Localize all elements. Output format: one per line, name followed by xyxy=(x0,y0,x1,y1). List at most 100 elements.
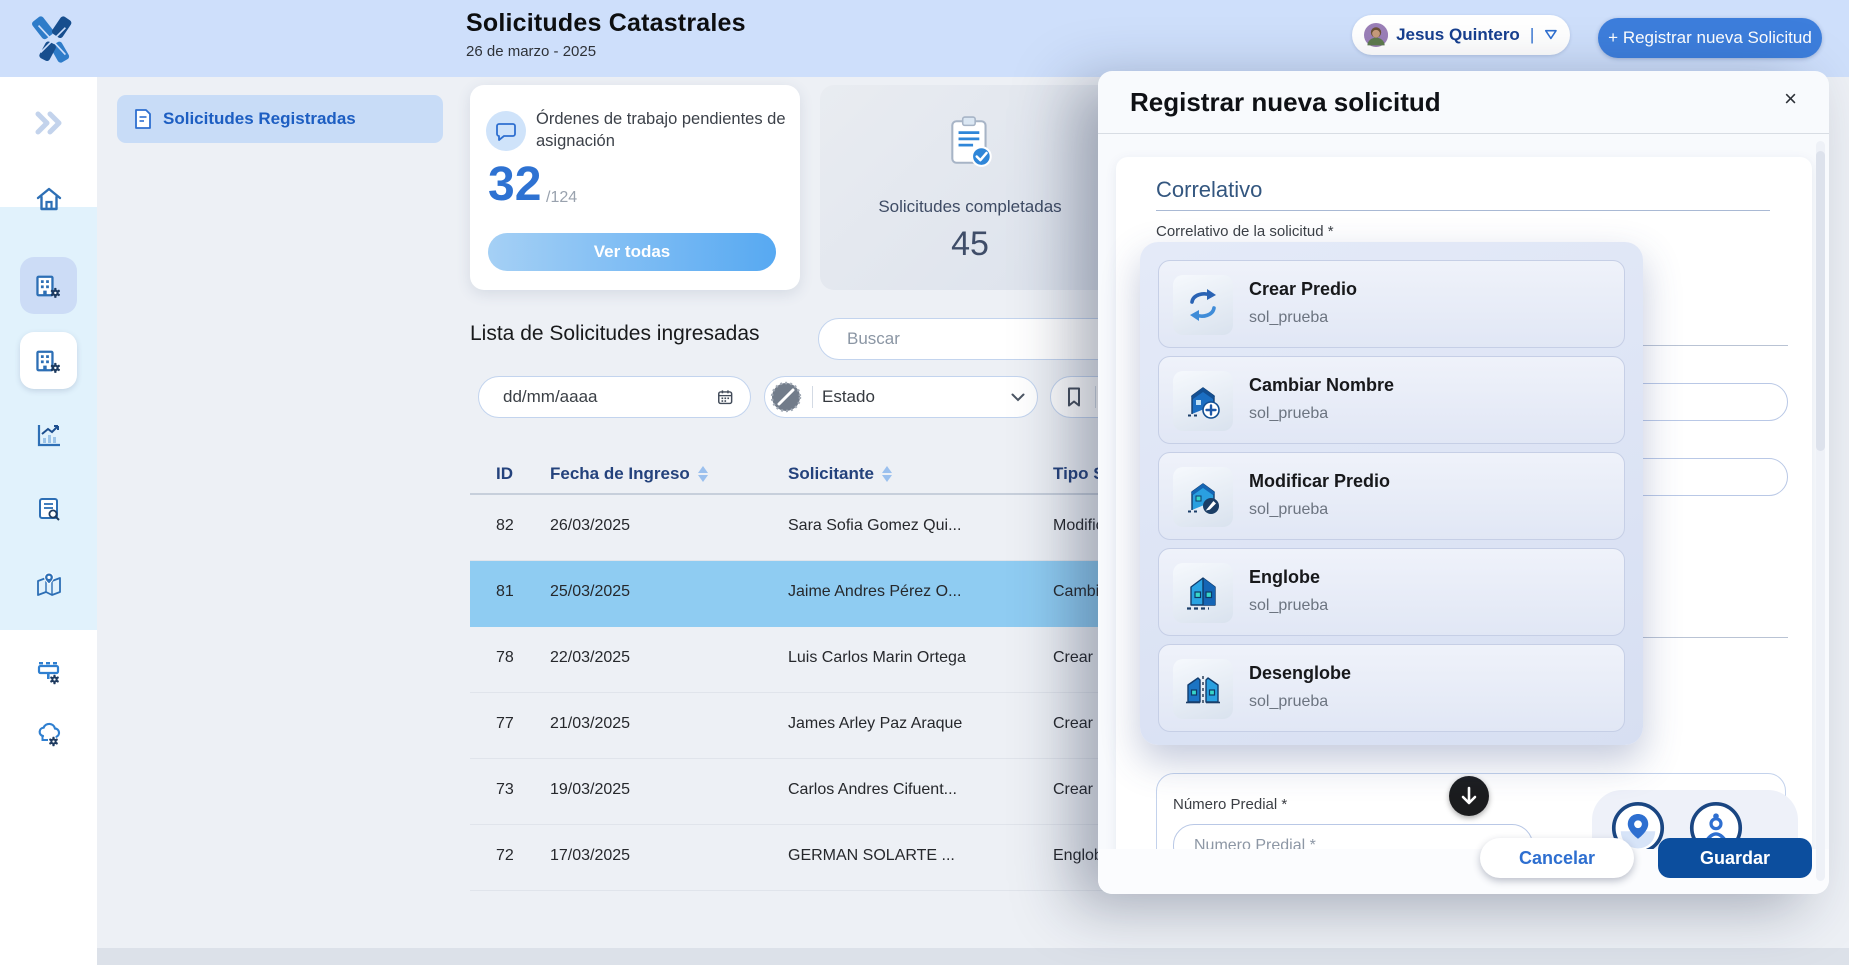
option-title: Desenglobe xyxy=(1249,663,1351,684)
building-plus-icon xyxy=(1173,371,1233,431)
completed-requests-card: Solicitudes completadas 45 xyxy=(820,85,1120,290)
completed-requests-value: 45 xyxy=(820,225,1120,264)
option-englobe[interactable]: Englobe sol_prueba xyxy=(1158,548,1625,636)
sidebar-collapse-button[interactable] xyxy=(0,97,97,149)
building-split-icon xyxy=(1173,659,1233,719)
cell-solicitante: Sara Sofia Gomez Qui... xyxy=(788,517,1038,535)
sidebar-item-map[interactable] xyxy=(0,559,97,611)
cell-id: 81 xyxy=(496,583,514,601)
document-search-icon xyxy=(36,496,62,522)
sync-arrows-icon xyxy=(1173,275,1233,335)
table-row[interactable]: 82 26/03/2025 Sara Sofia Gomez Qui... Mo… xyxy=(470,495,1110,561)
option-subtitle: sol_prueba xyxy=(1249,693,1328,711)
cell-fecha: 19/03/2025 xyxy=(550,781,630,799)
app-header: Solicitudes Catastrales 26 de marzo - 20… xyxy=(0,0,1849,77)
option-subtitle: sol_prueba xyxy=(1249,405,1328,423)
column-header-label: Solicitante xyxy=(788,464,874,484)
table-row[interactable]: 77 21/03/2025 James Arley Paz Araque Cre… xyxy=(470,693,1110,759)
requests-table: ID Fecha de Ingreso Solicitante Tipo Sol… xyxy=(470,458,1110,891)
option-subtitle: sol_prueba xyxy=(1249,309,1328,327)
correlativo-field-label: Correlativo de la solicitud * xyxy=(1156,223,1334,240)
cell-fecha: 17/03/2025 xyxy=(550,847,630,865)
table-row[interactable]: 78 22/03/2025 Luis Carlos Marin Ortega C… xyxy=(470,627,1110,693)
user-name: Jesus Quintero xyxy=(1396,25,1520,45)
table-header: ID Fecha de Ingreso Solicitante Tipo Sol… xyxy=(470,458,1110,495)
nav-solicitudes-registradas[interactable]: Solicitudes Registradas xyxy=(117,95,443,143)
option-title: Crear Predio xyxy=(1249,279,1357,300)
sidebar-item-predios[interactable] xyxy=(20,332,77,389)
map-pin-icon xyxy=(35,571,63,599)
option-crear-predio[interactable]: Crear Predio sol_prueba xyxy=(1158,260,1625,348)
building-merge-icon xyxy=(1173,563,1233,623)
save-button[interactable]: Guardar xyxy=(1658,838,1812,878)
register-request-drawer: Registrar nueva solicitud × Correlativo … xyxy=(1098,71,1829,894)
close-icon[interactable]: × xyxy=(1778,85,1803,113)
pending-orders-card: Órdenes de trabajo pendientes de asignac… xyxy=(470,85,800,290)
sidebar-item-sync[interactable] xyxy=(0,709,97,761)
option-cambiar-nombre[interactable]: Cambiar Nombre sol_prueba xyxy=(1158,356,1625,444)
home-icon xyxy=(35,186,63,212)
page-title: Solicitudes Catastrales xyxy=(466,9,746,38)
column-header-id: ID xyxy=(496,464,513,484)
option-title: Cambiar Nombre xyxy=(1249,375,1394,396)
estado-value: Estado xyxy=(822,387,1002,407)
cell-solicitante: Luis Carlos Marin Ortega xyxy=(788,649,1038,667)
chat-bubble-icon xyxy=(486,111,526,151)
cell-id: 77 xyxy=(496,715,514,733)
cloud-gear-icon xyxy=(35,721,63,749)
option-subtitle: sol_prueba xyxy=(1249,597,1328,615)
cell-id: 82 xyxy=(496,517,514,535)
sort-icon[interactable] xyxy=(882,466,892,482)
bookmark-icon xyxy=(1065,386,1083,408)
user-menu[interactable]: Jesus Quintero | xyxy=(1352,15,1570,55)
cell-solicitante: Carlos Andres Cifuent... xyxy=(788,781,1038,799)
arrow-down-circle-icon[interactable] xyxy=(1449,776,1489,816)
sidebar-item-solicitudes-active[interactable] xyxy=(20,257,77,314)
sidebar-item-home[interactable] xyxy=(0,173,97,225)
drawer-scrollbar-thumb[interactable] xyxy=(1816,151,1825,451)
cell-solicitante: GERMAN SOLARTE ... xyxy=(788,847,1038,865)
divider xyxy=(1098,133,1829,134)
divider xyxy=(1095,386,1096,408)
sidebar-item-documents[interactable] xyxy=(0,483,97,535)
numero-predial-label: Número Predial * xyxy=(1173,796,1287,813)
option-modificar-predio[interactable]: Modificar Predio sol_prueba xyxy=(1158,452,1625,540)
option-title: Modificar Predio xyxy=(1249,471,1390,492)
date-input[interactable] xyxy=(501,386,716,408)
building-gear-icon xyxy=(34,346,64,376)
section-title: Correlativo xyxy=(1156,177,1262,203)
page-bottom-strip xyxy=(97,948,1849,965)
cell-id: 72 xyxy=(496,847,514,865)
cell-solicitante: James Arley Paz Araque xyxy=(788,715,1038,733)
cell-id: 73 xyxy=(496,781,514,799)
completed-requests-title: Solicitudes completadas xyxy=(820,197,1120,217)
table-row[interactable]: 72 17/03/2025 GERMAN SOLARTE ... Englobe xyxy=(470,825,1110,891)
collapse-chevrons-icon xyxy=(34,111,64,135)
clipboard-check-icon xyxy=(948,115,994,169)
filter-circle-icon xyxy=(769,380,803,414)
view-all-button[interactable]: Ver todas xyxy=(488,233,776,271)
table-row-selected[interactable]: 81 25/03/2025 Jaime Andres Pérez O... Ca… xyxy=(470,561,1110,627)
document-icon xyxy=(133,108,153,130)
sort-icon[interactable] xyxy=(698,466,708,482)
chevron-down-icon xyxy=(1011,393,1025,402)
column-header-fecha[interactable]: Fecha de Ingreso xyxy=(550,464,708,484)
option-title: Englobe xyxy=(1249,567,1320,588)
estado-select[interactable]: Estado xyxy=(764,376,1038,418)
cell-fecha: 22/03/2025 xyxy=(550,649,630,667)
table-row[interactable]: 73 19/03/2025 Carlos Andres Cifuent... C… xyxy=(470,759,1110,825)
page-date: 26 de marzo - 2025 xyxy=(466,43,746,60)
avatar xyxy=(1364,21,1388,49)
sidebar-item-tools[interactable] xyxy=(0,647,97,699)
pending-orders-title: Órdenes de trabajo pendientes de asignac… xyxy=(536,109,786,153)
cancel-button[interactable]: Cancelar xyxy=(1480,838,1634,878)
date-filter-field[interactable] xyxy=(478,376,751,418)
drawer-title: Registrar nueva solicitud xyxy=(1130,87,1441,118)
calendar-icon[interactable] xyxy=(716,387,734,407)
user-separator: | xyxy=(1530,25,1534,45)
sidebar-item-reports[interactable] xyxy=(0,409,97,461)
register-new-request-button[interactable]: + Registrar nueva Solicitud xyxy=(1598,18,1822,58)
option-desenglobe[interactable]: Desenglobe sol_prueba xyxy=(1158,644,1625,732)
sidebar xyxy=(0,77,97,965)
column-header-solicitante[interactable]: Solicitante xyxy=(788,464,892,484)
